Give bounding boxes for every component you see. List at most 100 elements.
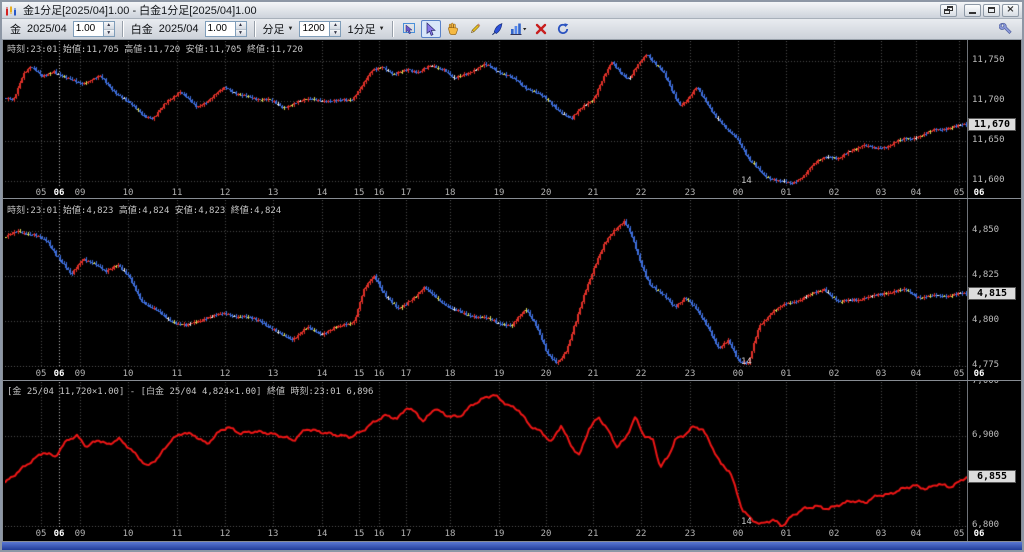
time-axis-label: 23 bbox=[684, 188, 696, 198]
time-axis-label: 09 bbox=[74, 529, 86, 539]
window-bottom-strip bbox=[2, 541, 1022, 550]
price-axis-label: 4,775 bbox=[972, 360, 1000, 370]
time-axis-label: 15 bbox=[353, 188, 365, 198]
date-change-label: 14 bbox=[741, 176, 752, 186]
platinum-candlestick-canvas[interactable] bbox=[5, 200, 967, 367]
platinum-label: 白金 bbox=[130, 24, 153, 36]
gold-ratio-spinner[interactable]: 1.00 ▲ ▼ bbox=[72, 21, 115, 37]
crosshair-select-tool-button[interactable] bbox=[399, 20, 419, 38]
time-axis-label: 21 bbox=[587, 188, 599, 198]
window-controls: × bbox=[940, 3, 1019, 17]
pan-hand-tool-button[interactable] bbox=[443, 20, 463, 38]
spin-down-icon[interactable]: ▼ bbox=[330, 29, 341, 36]
time-axis-label: 06 bbox=[53, 529, 65, 539]
time-axis-label: 05 bbox=[35, 529, 47, 539]
minimize-button[interactable] bbox=[964, 3, 981, 17]
time-axis-label: 05 bbox=[35, 188, 47, 198]
spin-up-icon[interactable]: ▲ bbox=[330, 22, 341, 30]
platinum-ratio-value[interactable]: 1.00 bbox=[206, 22, 235, 36]
time-axis-label: 01 bbox=[780, 188, 792, 198]
time-axis-label: 17 bbox=[400, 529, 412, 539]
time-axis-label: 15 bbox=[353, 529, 365, 539]
platinum-chart-panel: 時刻:23:01 始値:4,823 高値:4,824 安値:4,823 終値:4… bbox=[3, 198, 1021, 380]
spread-line-canvas[interactable] bbox=[5, 382, 967, 527]
time-axis-label: 22 bbox=[635, 188, 647, 198]
time-axis-label: 12 bbox=[219, 529, 231, 539]
price-axis-label: 4,825 bbox=[972, 270, 1000, 280]
spin-up-icon[interactable]: ▲ bbox=[235, 22, 246, 30]
time-axis-label: 06 bbox=[973, 188, 985, 198]
bar-count-spinner[interactable]: 1200 ▲ ▼ bbox=[299, 21, 342, 37]
time-axis-label: 04 bbox=[910, 369, 922, 379]
time-axis-label: 13 bbox=[267, 529, 279, 539]
gold-candlestick-canvas[interactable] bbox=[5, 41, 967, 187]
pen-nib-icon bbox=[491, 23, 502, 36]
time-axis-label: 20 bbox=[540, 369, 552, 379]
toolbar-separator bbox=[253, 21, 256, 37]
time-axis-label: 16 bbox=[373, 369, 385, 379]
close-icon: × bbox=[1006, 4, 1015, 15]
pen-draw-tool-button[interactable] bbox=[487, 20, 507, 38]
cursor-tool-button[interactable] bbox=[420, 20, 441, 38]
chart-area: 時刻:23:01 始値:11,705 高値:11,720 安値:11,705 終… bbox=[2, 40, 1022, 541]
spin-down-icon[interactable]: ▼ bbox=[103, 29, 114, 36]
gold-ratio-value[interactable]: 1.00 bbox=[74, 22, 103, 36]
toolbar: 金 2025/04 1.00 ▲ ▼ 白金 2025/04 1.00 ▲ ▼ 分足 … bbox=[2, 19, 1022, 40]
settings-wrench-button[interactable] bbox=[996, 20, 1016, 38]
reload-tool-button[interactable] bbox=[553, 20, 573, 38]
chevron-down-icon: ▼ bbox=[378, 26, 385, 32]
date-change-label: 14 bbox=[741, 517, 752, 527]
platinum-time-axis: 05 06 09 10 11 12 13 14 15 16 17 18 19 20 21 22 23 00 01 02… bbox=[3, 368, 1021, 380]
time-axis-label: 00 bbox=[732, 369, 744, 379]
spin-down-icon[interactable]: ▼ bbox=[235, 29, 246, 36]
spin-up-icon[interactable]: ▲ bbox=[103, 22, 114, 30]
hand-icon bbox=[447, 22, 458, 35]
gold-ohlc-info: 時刻:23:01 始値:11,705 高値:11,720 安値:11,705 終… bbox=[7, 45, 303, 55]
bar-type-dropdown[interactable]: 分足 ▼ bbox=[263, 21, 294, 37]
time-axis-label: 01 bbox=[780, 369, 792, 379]
wrench-icon bbox=[999, 22, 1012, 35]
time-axis-label: 11 bbox=[171, 188, 183, 198]
platinum-ohlc-info: 時刻:23:01 始値:4,823 高値:4,824 安値:4,823 終値:4… bbox=[7, 206, 282, 216]
interval-dropdown[interactable]: 1分足 ▼ bbox=[347, 21, 384, 37]
spread-chart-panel: [金 25/04 11,720×1.00] - [白金 25/04 4,824×… bbox=[3, 380, 1021, 541]
time-axis-label: 04 bbox=[910, 529, 922, 539]
time-axis-label: 17 bbox=[400, 188, 412, 198]
crosshair-select-icon bbox=[402, 23, 415, 35]
time-axis-label: 18 bbox=[444, 369, 456, 379]
time-axis-label: 14 bbox=[316, 529, 328, 539]
time-axis-label: 19 bbox=[493, 529, 505, 539]
time-axis-label: 16 bbox=[373, 188, 385, 198]
time-axis-label: 02 bbox=[828, 369, 840, 379]
price-axis-label: 6,900 bbox=[972, 430, 1000, 440]
time-axis-label: 03 bbox=[875, 529, 887, 539]
spread-time-axis: 05 06 09 10 11 12 13 14 15 16 17 18 19 20 21 22 23 00 01 02… bbox=[3, 528, 1021, 540]
time-axis-label: 21 bbox=[587, 369, 599, 379]
title-bar[interactable]: 金1分足[2025/04]1.00 - 白金1分足[2025/04]1.00 × bbox=[2, 2, 1022, 19]
price-axis-label: 7,000 bbox=[972, 380, 1000, 386]
platinum-contract-month: 2025/04 bbox=[158, 23, 199, 35]
close-button[interactable]: × bbox=[1002, 3, 1019, 17]
bar-count-value[interactable]: 1200 bbox=[300, 22, 329, 36]
time-axis-label: 18 bbox=[444, 529, 456, 539]
maximize-button[interactable] bbox=[983, 3, 1000, 17]
platinum-ratio-spinner[interactable]: 1.00 ▲ ▼ bbox=[204, 21, 247, 37]
indicator-chart-tool-button[interactable] bbox=[509, 20, 529, 38]
restore-window-button[interactable] bbox=[940, 3, 957, 17]
delete-drawing-tool-button[interactable] bbox=[531, 20, 551, 38]
gold-label: 金 bbox=[10, 24, 21, 36]
time-axis-label: 02 bbox=[828, 529, 840, 539]
time-axis-label: 06 bbox=[53, 188, 65, 198]
time-axis-label: 13 bbox=[267, 369, 279, 379]
time-axis-label: 09 bbox=[74, 369, 86, 379]
time-axis-label: 05 bbox=[953, 188, 965, 198]
date-change-label: 14 bbox=[741, 357, 752, 367]
time-axis-label: 20 bbox=[540, 188, 552, 198]
interval-label: 1分足 bbox=[347, 24, 376, 36]
time-axis-label: 14 bbox=[316, 369, 328, 379]
platinum-current-price-label: 4,815 bbox=[968, 287, 1016, 300]
price-axis-label: 4,800 bbox=[972, 315, 1000, 325]
pencil-draw-tool-button[interactable] bbox=[465, 20, 485, 38]
bar-count-spin-buttons: ▲ ▼ bbox=[329, 22, 341, 36]
time-axis-label: 05 bbox=[953, 369, 965, 379]
